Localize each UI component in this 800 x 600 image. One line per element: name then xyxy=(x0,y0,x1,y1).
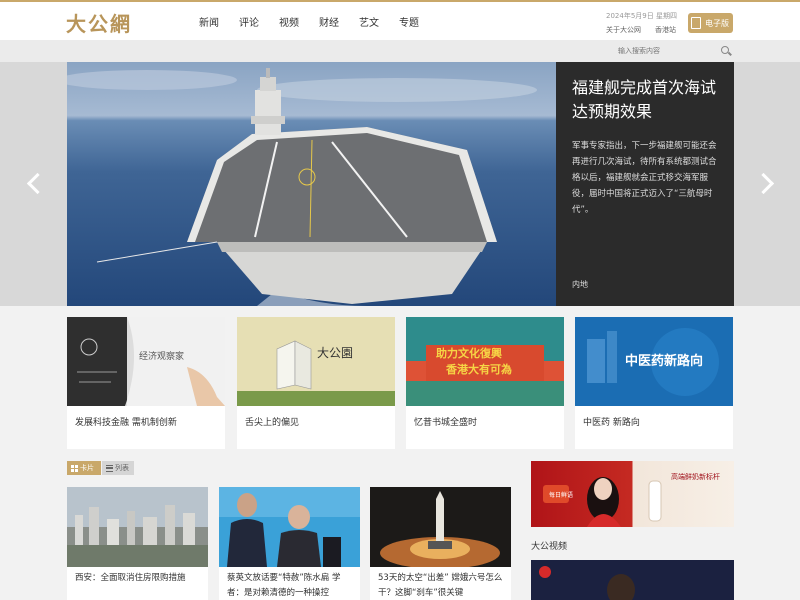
nav-item-arts[interactable]: 艺文 xyxy=(359,14,399,29)
tab-list-label: 列表 xyxy=(115,464,129,472)
nav-item-video[interactable]: 视频 xyxy=(279,14,319,29)
feature-image: 经济观察家 xyxy=(67,317,225,406)
rocket-launch-illustration xyxy=(370,487,511,567)
aircraft-carrier-illustration xyxy=(67,68,537,306)
book-garden-illustration: 大公園 xyxy=(237,317,395,406)
epaper-button[interactable]: 电子版 xyxy=(688,13,733,33)
news-title[interactable]: 蔡英文放话要“特赦”陈水扁 学者：是对赖清德的一种操控 xyxy=(219,567,360,600)
top-links: 关于大公网 香港站 xyxy=(606,25,676,35)
feature-title[interactable]: 忆昔书城全盛时 xyxy=(406,415,564,428)
epaper-label: 电子版 xyxy=(705,18,729,28)
news-title[interactable]: 53天的太空“出差” 嫦娥六号怎么干？这脚“刹车”很关键 xyxy=(370,567,511,600)
ad-brand: 每日鲜语 xyxy=(549,491,573,499)
search-input[interactable] xyxy=(618,44,718,58)
current-date: 2024年5月9日 星期四 xyxy=(606,12,677,20)
carousel-prev-arrow-icon[interactable] xyxy=(24,170,42,198)
video-section-title[interactable]: 大公视频 xyxy=(531,539,567,552)
feature-card[interactable]: 大公園 舌尖上的偏见 xyxy=(237,317,395,449)
news-card[interactable]: 蔡英文放话要“特赦”陈水扁 学者：是对赖清德的一种操控 xyxy=(219,487,360,600)
feature-card[interactable]: 中医药新路向 中医药 新路向 xyxy=(575,317,733,449)
tab-list-view[interactable]: 列表 xyxy=(102,461,134,475)
video-thumbnail[interactable] xyxy=(531,560,734,600)
news-image xyxy=(370,487,511,567)
feature-image-text: 中医药新路向 xyxy=(625,353,703,369)
feature-card[interactable]: 经济观察家 发展科技金融 需机制创新 xyxy=(67,317,225,449)
top-header: 大公網 新闻 评论 视频 财经 艺文 专题 2024年5月9日 星期四 关于大公… xyxy=(0,0,800,40)
newspaper-icon xyxy=(691,17,701,29)
hero-image[interactable] xyxy=(67,62,556,306)
feature-card[interactable]: 助力文化復興 香港大有可為 忆昔书城全盛时 xyxy=(406,317,564,449)
tcm-poster-illustration: 中医药新路向 xyxy=(575,317,733,406)
main-nav: 新闻 评论 视频 财经 艺文 专题 xyxy=(199,14,439,29)
chalkboard-illustration: 经济观察家 xyxy=(67,317,225,406)
news-image xyxy=(219,487,360,567)
feature-title[interactable]: 中医药 新路向 xyxy=(575,415,733,428)
hk-site-link[interactable]: 香港站 xyxy=(655,25,676,35)
feature-image: 中医药新路向 xyxy=(575,317,733,406)
feature-image: 助力文化復興 香港大有可為 xyxy=(406,317,564,406)
video-preview-illustration xyxy=(531,560,734,600)
nav-item-finance[interactable]: 财经 xyxy=(319,14,359,29)
city-skyline-illustration xyxy=(67,487,208,567)
hero-caption-panel: 福建舰完成首次海试 达预期效果 军事专家指出，下一步福建舰可能还会再进行几次海试… xyxy=(556,62,734,306)
feature-image-text: 香港大有可為 xyxy=(445,362,512,376)
ad-banner[interactable]: 高端鲜奶新标杆 每日鲜语 xyxy=(531,461,734,527)
press-photo-illustration xyxy=(219,487,360,567)
tab-card-view[interactable]: 卡片 xyxy=(67,461,101,475)
search-icon[interactable] xyxy=(721,46,729,54)
site-logo[interactable]: 大公網 xyxy=(66,8,132,37)
svg-text:经济观察家: 经济观察家 xyxy=(139,350,184,362)
news-card[interactable]: 53天的太空“出差” 嫦娥六号怎么干？这脚“刹车”很关键 xyxy=(370,487,511,600)
feature-title[interactable]: 发展科技金融 需机制创新 xyxy=(67,415,225,428)
hero-category[interactable]: 内地 xyxy=(572,279,588,290)
carousel-next-arrow-icon[interactable] xyxy=(757,170,775,198)
feature-image-text: 大公園 xyxy=(317,346,353,360)
ad-headline: 高端鲜奶新标杆 xyxy=(671,472,720,481)
grid-icon xyxy=(71,464,78,472)
milk-ad-illustration: 高端鲜奶新标杆 每日鲜语 xyxy=(543,472,720,527)
news-card[interactable]: 西安：全面取消住房限购措施 xyxy=(67,487,208,600)
feature-image-text: 助力文化復興 xyxy=(436,346,502,360)
hero-title[interactable]: 福建舰完成首次海试 达预期效果 xyxy=(572,76,718,124)
nav-item-opinion[interactable]: 评论 xyxy=(239,14,279,29)
feature-title[interactable]: 舌尖上的偏见 xyxy=(237,415,395,428)
nav-item-news[interactable]: 新闻 xyxy=(199,14,239,29)
tab-card-label: 卡片 xyxy=(80,464,94,472)
culture-poster-illustration: 助力文化復興 香港大有可為 xyxy=(406,317,564,406)
search-bar xyxy=(0,40,800,62)
list-icon xyxy=(106,464,113,472)
about-link[interactable]: 关于大公网 xyxy=(606,25,641,35)
news-title[interactable]: 西安：全面取消住房限购措施 xyxy=(67,567,208,586)
nav-item-topics[interactable]: 专题 xyxy=(399,14,439,29)
news-image xyxy=(67,487,208,567)
hero-summary: 军事专家指出，下一步福建舰可能还会再进行几次海试，待所有系统都测试合格以后，福建… xyxy=(572,141,717,215)
feature-image: 大公園 xyxy=(237,317,395,406)
